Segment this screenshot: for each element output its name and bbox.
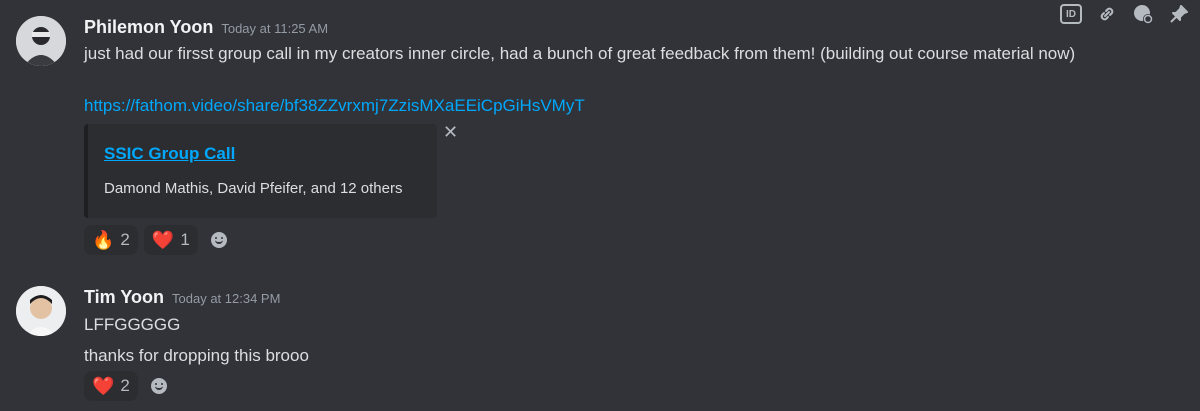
message-philemon: Philemon Yoon Today at 11:25 AM just had … — [0, 0, 1200, 260]
author-label[interactable]: Tim Yoon — [84, 287, 164, 307]
reaction-heart[interactable]: ❤️ 1 — [143, 225, 198, 255]
message-text: LFFGGGGG — [84, 315, 181, 334]
heart-icon: ❤️ — [92, 376, 115, 396]
smile-icon — [210, 232, 227, 248]
close-icon[interactable]: ✕ — [443, 122, 458, 143]
fire-icon: 🔥 — [92, 230, 115, 250]
avatar[interactable] — [16, 16, 66, 66]
reactions-bar: ❤️ 2 — [84, 371, 174, 401]
embed-title[interactable]: SSIC Group Call — [104, 144, 235, 164]
message-text: thanks for dropping this brooo — [84, 346, 309, 365]
reaction-fire[interactable]: 🔥 2 — [84, 225, 138, 255]
heart-icon: ❤️ — [151, 230, 175, 250]
reaction-count: 2 — [120, 376, 130, 395]
reaction-count: 1 — [180, 230, 190, 249]
author-name[interactable]: Philemon Yoon Today at 11:25 AM — [84, 17, 328, 38]
timestamp: Today at 12:34 PM — [172, 291, 281, 306]
add-reaction-button[interactable] — [204, 225, 234, 255]
avatar[interactable] — [16, 286, 66, 336]
smile-icon — [150, 378, 167, 394]
message-tim: Tim Yoon Today at 12:34 PM LFFGGGGG thank… — [0, 270, 1200, 411]
author-label[interactable]: Philemon Yoon — [84, 17, 213, 37]
add-reaction-button[interactable] — [144, 371, 174, 401]
timestamp: Today at 11:25 AM — [221, 21, 329, 36]
link-embed: SSIC Group Call Damond Mathis, David Pfe… — [84, 124, 437, 218]
author-name[interactable]: Tim Yoon Today at 12:34 PM — [84, 287, 280, 308]
message-text: just had our firsst group call in my cre… — [84, 44, 1076, 63]
reaction-count: 2 — [120, 230, 130, 249]
message-link[interactable]: https://fathom.video/share/bf38ZZvrxmj7Z… — [84, 96, 585, 116]
reaction-heart[interactable]: ❤️ 2 — [84, 371, 138, 401]
reactions-bar: 🔥 2 ❤️ 1 — [84, 225, 234, 255]
embed-description: Damond Mathis, David Pfeifer, and 12 oth… — [104, 180, 403, 197]
